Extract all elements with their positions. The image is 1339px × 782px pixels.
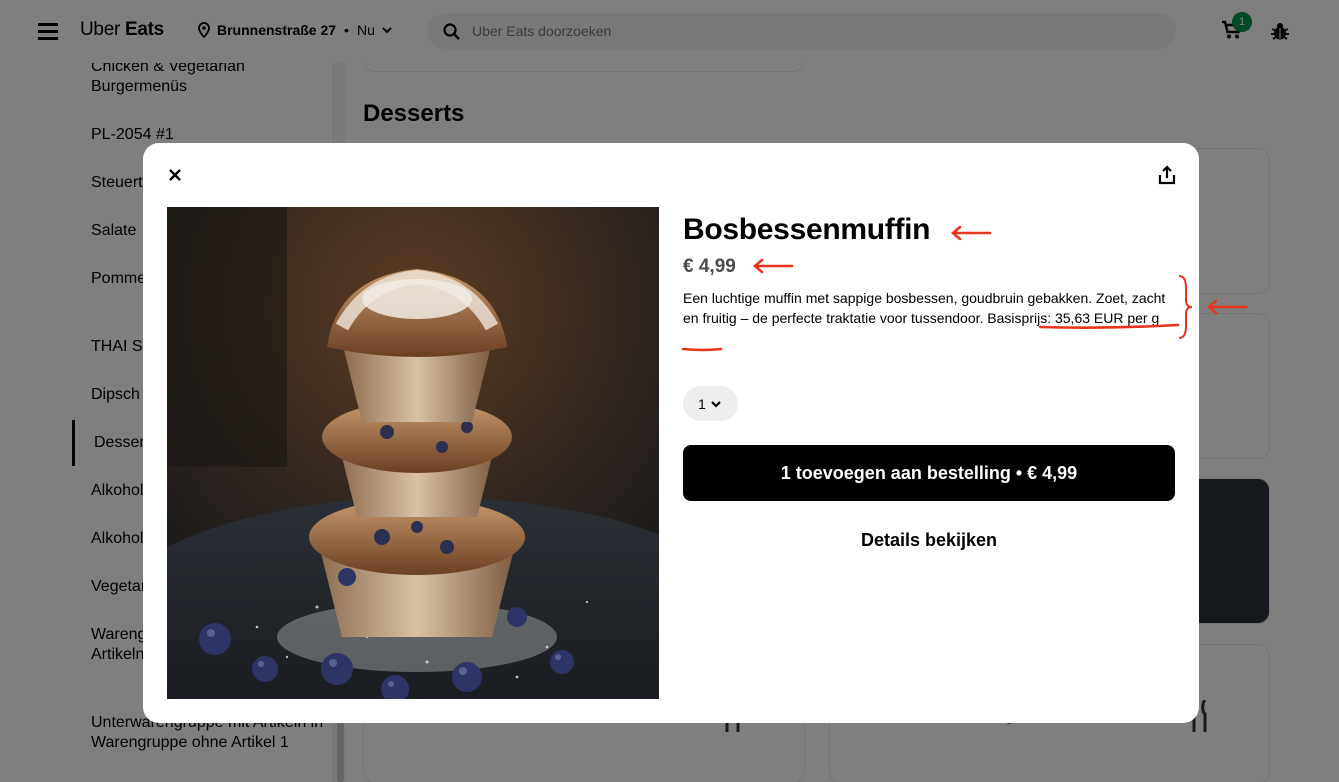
chevron-down-icon	[711, 400, 721, 408]
view-details-button[interactable]: Details bekijken	[683, 525, 1175, 555]
quantity-selector[interactable]: 1	[683, 386, 738, 421]
share-icon[interactable]	[1155, 163, 1179, 187]
annotation-arrow-description	[1207, 299, 1248, 315]
annotation-arrow-title	[951, 225, 992, 241]
quantity-value: 1	[698, 395, 706, 412]
item-detail-modal: Bosbessenmuffin € 4,99 Een luchtige muff…	[143, 143, 1199, 723]
product-description: Een luchtige muffin met sappige bosbesse…	[683, 288, 1177, 328]
add-to-order-button[interactable]: 1 toevoegen aan bestelling • € 4,99	[683, 445, 1175, 501]
annotation-arrow-price	[753, 258, 794, 274]
product-title: Bosbessenmuffin	[683, 213, 931, 246]
product-image	[167, 207, 659, 699]
product-price: € 4,99	[683, 256, 736, 277]
annotation-underline-per-g	[681, 347, 723, 352]
close-icon[interactable]	[163, 163, 187, 187]
annotation-underline-baseprice	[1038, 323, 1180, 329]
